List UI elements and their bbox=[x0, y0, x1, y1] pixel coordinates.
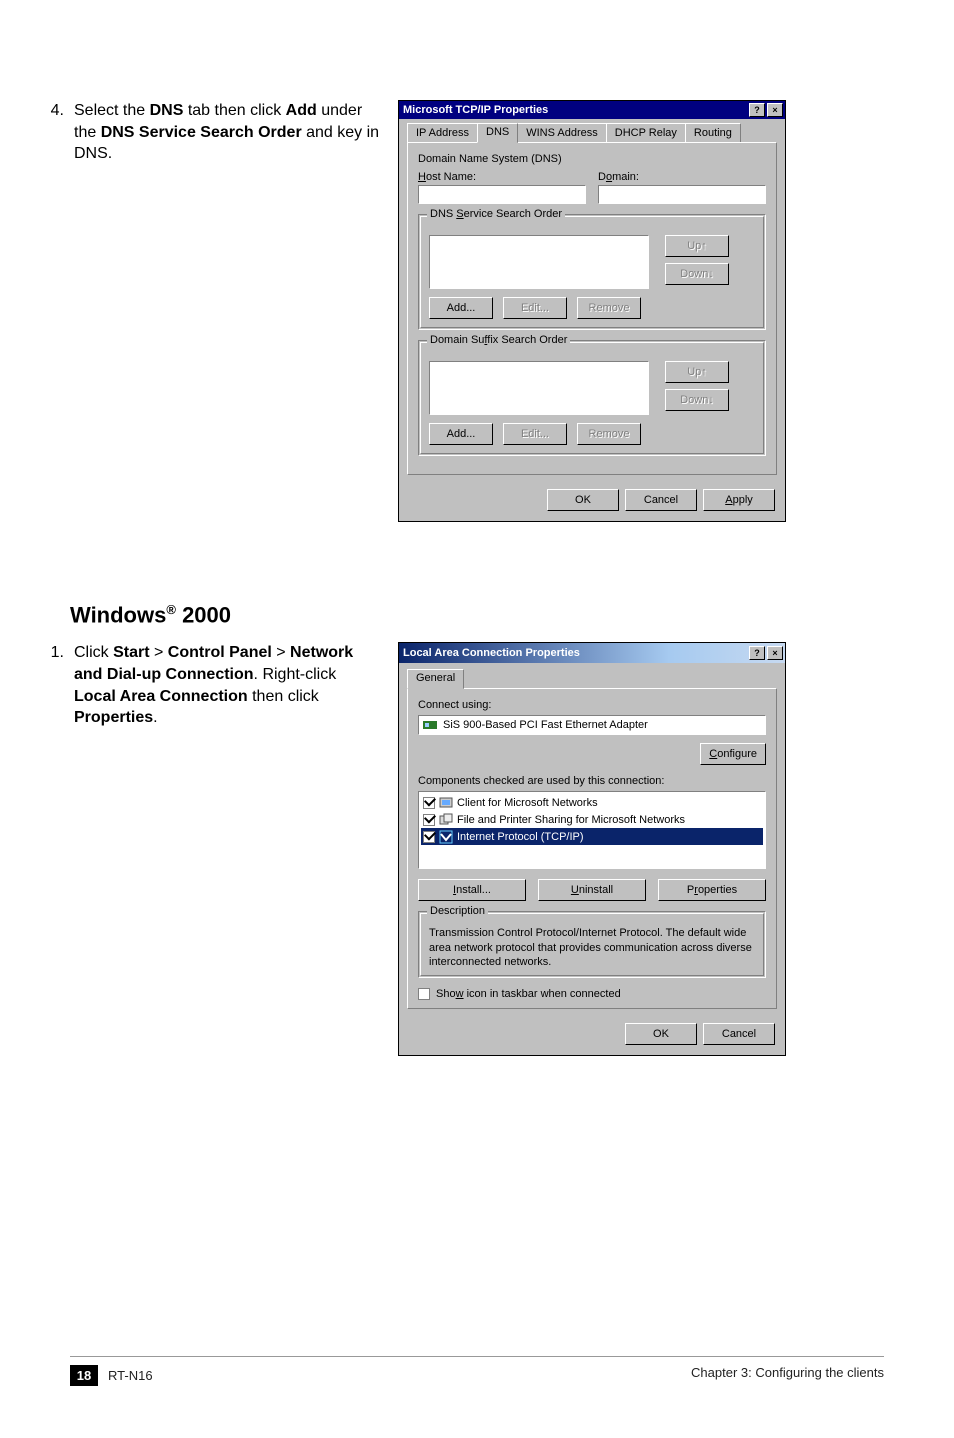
configure-button[interactable]: Configure bbox=[700, 743, 766, 765]
tab-wins-address[interactable]: WINS Address bbox=[517, 123, 607, 142]
checkbox-icon[interactable] bbox=[423, 814, 435, 826]
client-icon bbox=[439, 796, 453, 810]
show-icon-checkbox[interactable] bbox=[418, 988, 430, 1000]
page-footer: 18 RT-N16 Chapter 3: Configuring the cli… bbox=[0, 1356, 954, 1386]
tcpip-titlebar: Microsoft TCP/IP Properties ? × bbox=[399, 101, 785, 119]
description-groupbox: Description Transmission Control Protoco… bbox=[418, 911, 766, 978]
show-icon-label: Show icon in taskbar when connected bbox=[436, 988, 621, 1000]
host-name-label: Host Name: bbox=[418, 171, 586, 183]
tab-ip-address[interactable]: IP Address bbox=[407, 123, 478, 142]
adapter-field: SiS 900-Based PCI Fast Ethernet Adapter bbox=[418, 715, 766, 735]
ok-button[interactable]: OK bbox=[625, 1023, 697, 1045]
dns-tab-panel: Domain Name System (DNS) Host Name: Doma… bbox=[407, 142, 777, 475]
components-list[interactable]: Client for Microsoft Networks File and P… bbox=[418, 791, 766, 869]
components-label: Components checked are used by this conn… bbox=[418, 775, 766, 787]
connect-using-label: Connect using: bbox=[418, 699, 766, 711]
lac-properties-dialog: Local Area Connection Properties ? × Gen… bbox=[398, 642, 786, 1056]
section-windows-2000: Windows® 2000 bbox=[70, 602, 884, 628]
checkbox-icon[interactable] bbox=[423, 831, 435, 843]
dns-service-list[interactable] bbox=[429, 235, 649, 289]
help-icon[interactable]: ? bbox=[749, 646, 765, 660]
step1-text: Click Start > Control Panel > Network an… bbox=[74, 642, 380, 1056]
footer-model: RT-N16 bbox=[108, 1368, 153, 1383]
step1-number: 1. bbox=[40, 642, 64, 1056]
dns-add-button[interactable]: Add... bbox=[429, 297, 493, 319]
ok-button[interactable]: OK bbox=[547, 489, 619, 511]
footer-chapter: Chapter 3: Configuring the clients bbox=[691, 1365, 884, 1386]
dns-service-groupbox: DNS Service Search Order Up↑ Down↓ Add..… bbox=[418, 214, 766, 330]
domain-input[interactable] bbox=[598, 185, 766, 204]
lac-titlebar: Local Area Connection Properties ? × bbox=[399, 643, 785, 663]
step4-text: Select the DNS tab then click Add under … bbox=[74, 100, 380, 522]
tab-routing[interactable]: Routing bbox=[685, 123, 741, 142]
step4-number: 4. bbox=[40, 100, 64, 522]
description-text: Transmission Control Protocol/Internet P… bbox=[429, 926, 755, 969]
description-title: Description bbox=[427, 905, 488, 917]
tab-dns[interactable]: DNS bbox=[477, 123, 518, 143]
tcpip-title: Microsoft TCP/IP Properties bbox=[403, 104, 548, 116]
cancel-button[interactable]: Cancel bbox=[703, 1023, 775, 1045]
uninstall-button[interactable]: Uninstall bbox=[538, 879, 646, 901]
general-panel: Connect using: SiS 900-Based PCI Fast Et… bbox=[407, 688, 777, 1009]
nic-icon bbox=[423, 719, 437, 731]
suffix-edit-button[interactable]: Edit... bbox=[503, 423, 567, 445]
dns-up-button[interactable]: Up↑ bbox=[665, 235, 729, 257]
close-icon[interactable]: × bbox=[767, 646, 783, 660]
lac-title: Local Area Connection Properties bbox=[403, 647, 580, 659]
protocol-icon bbox=[439, 830, 453, 844]
domain-suffix-groupbox: Domain Suffix Search Order Up↑ Down↓ Add… bbox=[418, 340, 766, 456]
close-icon[interactable]: × bbox=[767, 103, 783, 117]
checkbox-icon[interactable] bbox=[423, 797, 435, 809]
dns-edit-button[interactable]: Edit... bbox=[503, 297, 567, 319]
tab-general[interactable]: General bbox=[407, 669, 464, 689]
host-name-input[interactable] bbox=[418, 185, 586, 204]
dns-down-button[interactable]: Down↓ bbox=[665, 263, 729, 285]
dns-service-title: DNS Service Search Order bbox=[427, 208, 565, 220]
list-item[interactable]: File and Printer Sharing for Microsoft N… bbox=[421, 811, 763, 828]
adapter-name: SiS 900-Based PCI Fast Ethernet Adapter bbox=[443, 719, 648, 731]
list-item-selected[interactable]: Internet Protocol (TCP/IP) bbox=[421, 828, 763, 845]
suffix-add-button[interactable]: Add... bbox=[429, 423, 493, 445]
domain-suffix-title: Domain Suffix Search Order bbox=[427, 334, 570, 346]
suffix-up-button[interactable]: Up↑ bbox=[665, 361, 729, 383]
cancel-button[interactable]: Cancel bbox=[625, 489, 697, 511]
domain-label: Domain: bbox=[598, 171, 766, 183]
properties-button[interactable]: Properties bbox=[658, 879, 766, 901]
service-icon bbox=[439, 813, 453, 827]
tab-dhcp-relay[interactable]: DHCP Relay bbox=[606, 123, 686, 142]
tcpip-properties-dialog: Microsoft TCP/IP Properties ? × IP Addre… bbox=[398, 100, 786, 522]
help-icon[interactable]: ? bbox=[749, 103, 765, 117]
page-number: 18 bbox=[70, 1365, 98, 1386]
apply-button[interactable]: Apply bbox=[703, 489, 775, 511]
tcpip-tabs: IP Address DNS WINS Address DHCP Relay R… bbox=[399, 119, 785, 142]
suffix-remove-button[interactable]: Remove bbox=[577, 423, 641, 445]
suffix-list[interactable] bbox=[429, 361, 649, 415]
list-item[interactable]: Client for Microsoft Networks bbox=[421, 794, 763, 811]
install-button[interactable]: Install... bbox=[418, 879, 526, 901]
suffix-down-button[interactable]: Down↓ bbox=[665, 389, 729, 411]
dns-remove-button[interactable]: Remove bbox=[577, 297, 641, 319]
dns-section-label: Domain Name System (DNS) bbox=[418, 153, 766, 165]
